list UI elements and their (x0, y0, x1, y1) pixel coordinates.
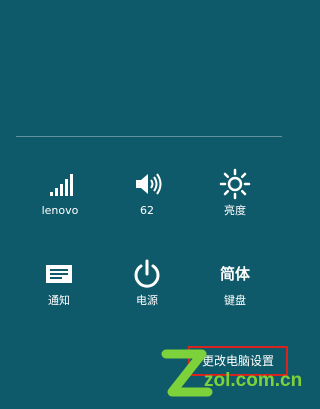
notifications-label: 通知 (48, 294, 70, 307)
network-tile[interactable]: lenovo (24, 168, 96, 228)
power-label: 电源 (136, 294, 158, 307)
wifi-signal-icon (50, 174, 73, 196)
keyboard-tile[interactable]: 简体 键盘 (199, 258, 271, 318)
section-divider (16, 136, 282, 137)
volume-tile[interactable]: 62 (111, 168, 183, 228)
brightness-tile[interactable]: 亮度 (199, 168, 271, 228)
notifications-tile[interactable]: 通知 (23, 258, 95, 318)
network-label: lenovo (41, 204, 79, 217)
volume-label: 62 (140, 204, 154, 217)
input-method-indicator: 简体 (219, 265, 250, 283)
keyboard-label: 键盘 (224, 294, 246, 307)
sun-brightness-icon (219, 168, 251, 200)
power-icon (134, 259, 160, 288)
change-pc-settings-link[interactable]: 更改电脑设置 (188, 346, 288, 376)
notification-message-icon (46, 265, 72, 283)
speaker-volume-icon (136, 173, 162, 195)
brightness-label: 亮度 (224, 204, 246, 217)
power-tile[interactable]: 电源 (111, 258, 183, 318)
